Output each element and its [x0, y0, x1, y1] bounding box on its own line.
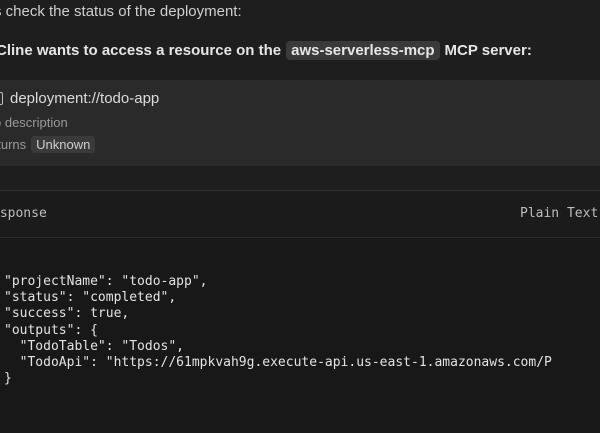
resource-card: deployment://todo-app o description etur… — [0, 80, 600, 166]
code-line: "status": "completed", — [4, 290, 177, 306]
format-selector[interactable]: Plain Text — [520, 206, 598, 221]
code-line: "outputs": { — [4, 322, 98, 338]
code-line: "projectName": "todo-app", — [4, 274, 208, 289]
server-name-badge: aws-serverless-mcp — [286, 41, 440, 60]
code-line: } — [4, 371, 12, 387]
returns-label: eturns — [0, 137, 27, 152]
returns-row: eturns Unknown — [0, 136, 96, 153]
mcp-request-prefix: Cline wants to access a resource on the — [0, 42, 282, 59]
code-line: "TodoTable": "Todos", — [4, 338, 185, 354]
response-title: esponse — [0, 206, 47, 221]
response-body: "projectName": "todo-app", "status": "com… — [0, 238, 600, 433]
resource-uri-row: deployment://todo-app — [0, 90, 159, 107]
returns-type-badge: Unknown — [31, 136, 96, 153]
code-line: "success": true, — [4, 306, 130, 322]
assistant-message: s check the status of the deployment: — [0, 3, 242, 20]
resource-description: o description — [0, 115, 68, 130]
response-header[interactable]: esponse Plain Text — [0, 191, 600, 238]
mcp-access-request: Cline wants to access a resource on the … — [0, 41, 532, 60]
code-line: "TodoApi": "https://61mpkvah9g.execute-a… — [4, 354, 552, 370]
file-icon — [0, 92, 3, 105]
mcp-request-suffix: MCP server: — [444, 42, 532, 59]
resource-uri: deployment://todo-app — [10, 90, 160, 107]
response-code: "projectName": "todo-app", "status": "com… — [4, 274, 552, 387]
chat-panel: s check the status of the deployment: Cl… — [0, 0, 600, 433]
